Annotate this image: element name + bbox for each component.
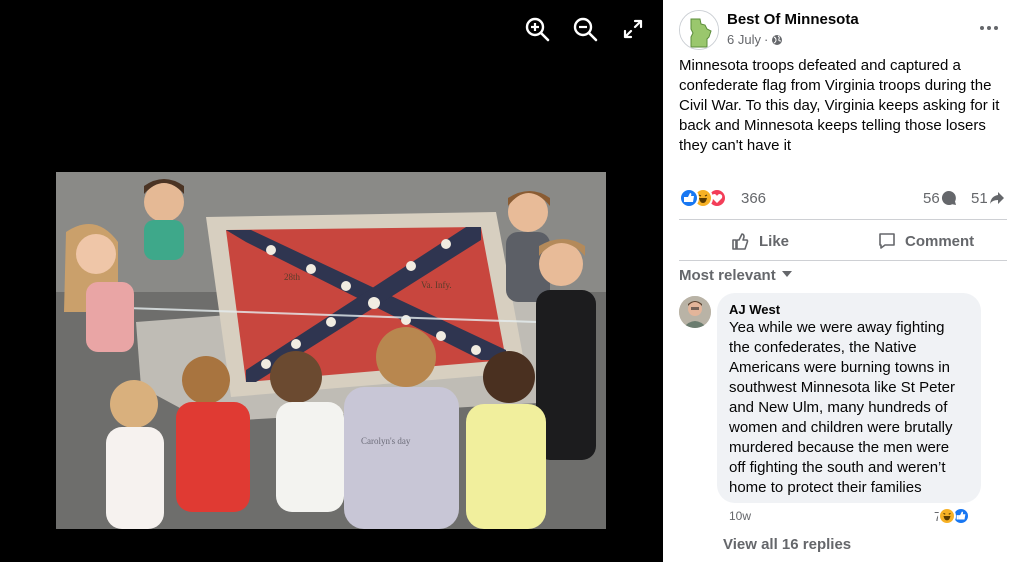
- share-count[interactable]: 51: [971, 190, 988, 207]
- comment-reactions[interactable]: 7: [934, 507, 971, 525]
- reaction-count[interactable]: 366: [741, 190, 766, 207]
- more-options-button[interactable]: [976, 18, 1002, 38]
- post-photo[interactable]: 28th Va. Infy. Carolyn's day: [56, 172, 606, 529]
- comment-author[interactable]: AJ West: [729, 301, 969, 318]
- fullscreen-icon[interactable]: [620, 16, 646, 42]
- divider: [679, 219, 1007, 220]
- post-text: Minnesota troops defeated and captured a…: [679, 57, 1000, 154]
- page-avatar[interactable]: [679, 10, 719, 50]
- page-name[interactable]: Best Of Minnesota: [727, 11, 859, 28]
- comment-bubble-icon: [941, 190, 957, 206]
- like-button[interactable]: Like: [731, 228, 789, 254]
- caret-down-icon: [781, 270, 792, 277]
- meta-separator: ·: [763, 32, 769, 47]
- commenter-avatar[interactable]: [679, 296, 711, 328]
- reaction-icons: [679, 188, 739, 208]
- reactions-summary[interactable]: 366 56 51: [679, 186, 1008, 210]
- sort-label: Most relevant: [679, 267, 776, 284]
- post-panel: Best Of Minnesota 6 July · Minnesota tro…: [663, 0, 1020, 562]
- more-dot: [987, 26, 991, 30]
- more-dot: [994, 26, 998, 30]
- post-date[interactable]: 6 July: [727, 32, 761, 47]
- share-arrow-icon: [989, 190, 1005, 206]
- shirt-text: Carolyn's day: [361, 436, 411, 446]
- photo-viewer: 28th Va. Infy. Carolyn's day: [0, 0, 663, 562]
- post-meta: 6 July ·: [727, 32, 783, 47]
- comment-icon: [879, 233, 895, 249]
- haha-reaction-icon: [938, 507, 957, 525]
- flag-label-left: 28th: [284, 272, 301, 282]
- divider: [679, 260, 1007, 261]
- thumbs-up-icon: [732, 233, 749, 250]
- like-label: Like: [759, 232, 790, 250]
- comment-text: Yea while we were away fighting the conf…: [729, 319, 955, 496]
- comment-count[interactable]: 56: [923, 190, 940, 207]
- comment-sort-dropdown[interactable]: Most relevant: [679, 267, 792, 284]
- more-horizontal-icon: [980, 26, 984, 30]
- comment-label: Comment: [905, 232, 975, 250]
- globe-icon: [771, 34, 783, 46]
- comment-button[interactable]: Comment: [877, 228, 974, 254]
- zoom-out-icon[interactable]: [572, 16, 598, 42]
- comment-bubble: AJ West Yea while we were away fighting …: [717, 293, 981, 503]
- comment-time[interactable]: 10w: [729, 509, 751, 523]
- view-replies-link[interactable]: View all 16 replies: [723, 536, 851, 553]
- zoom-in-icon[interactable]: [524, 16, 550, 42]
- flag-label-right: Va. Infy.: [421, 280, 452, 290]
- like-reaction-icon: [679, 188, 699, 208]
